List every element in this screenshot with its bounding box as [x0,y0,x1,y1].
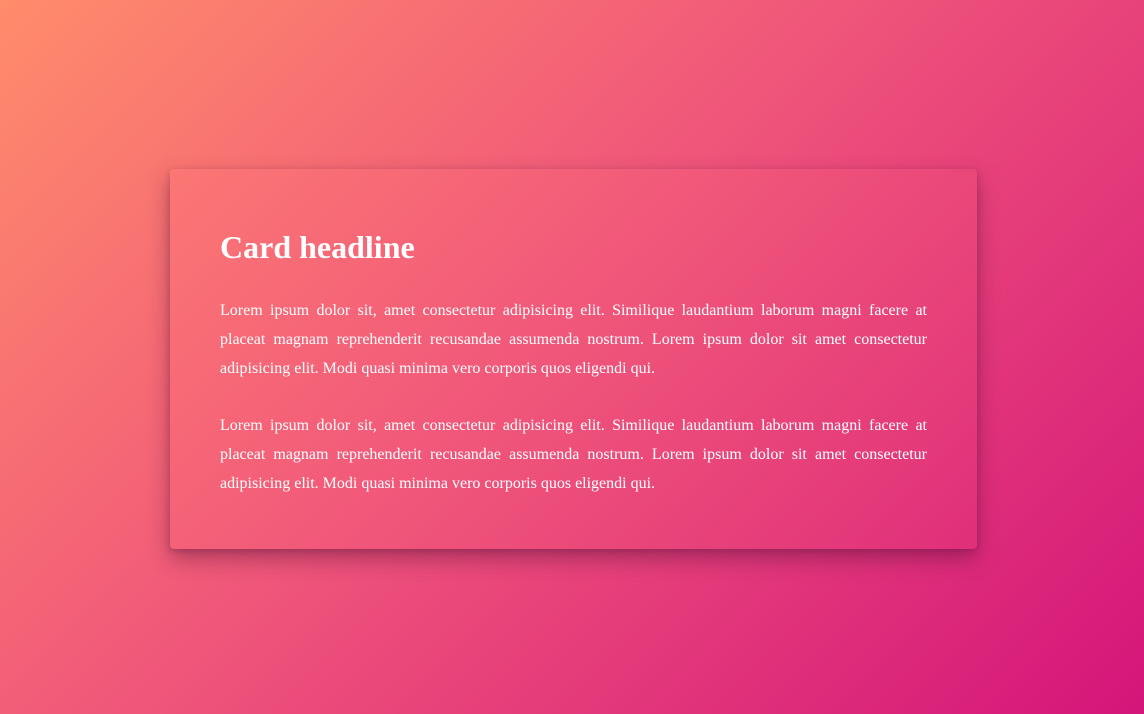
card-headline: Card headline [220,229,415,265]
card-paragraph-1: Lorem ipsum dolor sit, amet consectetur … [220,302,927,377]
card-paragraph-2: Lorem ipsum dolor sit, amet consectetur … [220,417,927,492]
content-card: Card headline Lorem ipsum dolor sit, ame… [170,169,977,549]
